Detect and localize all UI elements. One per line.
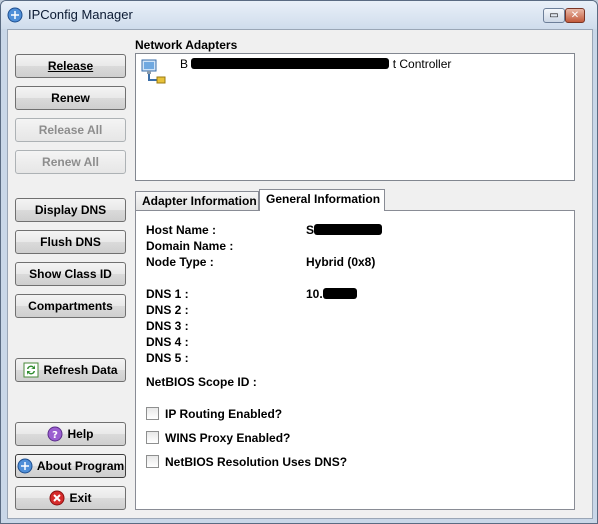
display-dns-label: Display DNS: [34, 203, 107, 217]
domain-name-label: Domain Name :: [146, 239, 234, 253]
app-window: IPConfig Manager ▭ ✕ Release Renew Relea…: [0, 0, 598, 524]
flush-dns-button[interactable]: Flush DNS: [15, 230, 126, 254]
dns3-label: DNS 3 :: [146, 319, 189, 333]
checkbox-box[interactable]: [146, 455, 159, 468]
network-adapters-label: Network Adapters: [135, 38, 238, 52]
dns2-label: DNS 2 :: [146, 303, 189, 317]
exit-icon: [49, 490, 65, 506]
minimize-button[interactable]: ▭: [543, 8, 565, 23]
host-name-value: S: [306, 223, 383, 237]
redaction-mark: [191, 58, 390, 69]
redaction-mark: [314, 224, 383, 235]
minimize-icon: ▭: [549, 10, 559, 21]
redaction-mark: [322, 288, 357, 299]
window-title: IPConfig Manager: [28, 7, 133, 22]
dns4-label: DNS 4 :: [146, 335, 189, 349]
renew-all-label: Renew All: [42, 155, 99, 169]
tab-general-information[interactable]: General Information: [259, 189, 385, 211]
ip-routing-checkbox[interactable]: IP Routing Enabled?: [146, 407, 282, 421]
dns1-label: DNS 1 :: [146, 287, 189, 301]
about-program-button[interactable]: About Program: [15, 454, 126, 478]
about-icon: [17, 458, 33, 474]
close-icon: ✕: [570, 10, 580, 21]
refresh-data-button[interactable]: Refresh Data: [15, 358, 126, 382]
checkbox-box[interactable]: [146, 407, 159, 420]
main-panel: Release Renew Release All Renew All Disp…: [7, 29, 593, 519]
wins-proxy-label: WINS Proxy Enabled?: [165, 431, 291, 445]
release-label: Release: [47, 59, 94, 73]
help-icon: ?: [47, 426, 63, 442]
checkbox-box[interactable]: [146, 431, 159, 444]
adapter-name-suffix: t Controller: [392, 57, 452, 71]
dns5-label: DNS 5 :: [146, 351, 189, 365]
release-all-label: Release All: [38, 123, 103, 137]
help-label: Help: [67, 427, 94, 441]
app-icon: [7, 7, 23, 23]
adapter-name-prefix: B: [180, 57, 189, 71]
flush-dns-label: Flush DNS: [40, 235, 101, 249]
svg-text:?: ?: [53, 430, 59, 441]
exit-label: Exit: [69, 491, 92, 505]
host-name-label: Host Name :: [146, 223, 217, 237]
show-class-id-button[interactable]: Show Class ID: [15, 262, 126, 286]
node-type-label: Node Type :: [146, 255, 214, 269]
release-button[interactable]: Release: [15, 54, 126, 78]
general-information-panel: Host Name : S Domain Name : Node Type : …: [135, 210, 575, 510]
netbios-dns-label: NetBIOS Resolution Uses DNS?: [165, 455, 348, 469]
ip-routing-label: IP Routing Enabled?: [165, 407, 283, 421]
tab-label: General Information: [266, 192, 381, 206]
refresh-icon: [23, 362, 39, 378]
refresh-data-label: Refresh Data: [43, 363, 118, 377]
adapter-list[interactable]: B t Controller: [135, 53, 575, 181]
tab-label: Adapter Information: [142, 194, 257, 208]
help-button[interactable]: ? Help: [15, 422, 126, 446]
close-button[interactable]: ✕: [565, 8, 585, 23]
about-program-label: About Program: [36, 459, 125, 473]
adapter-item[interactable]: B t Controller: [180, 57, 451, 71]
title-bar[interactable]: IPConfig Manager ▭ ✕: [1, 1, 597, 29]
release-all-button[interactable]: Release All: [15, 118, 126, 142]
dns1-text: 10.: [306, 287, 323, 301]
compartments-button[interactable]: Compartments: [15, 294, 126, 318]
show-class-id-label: Show Class ID: [29, 267, 112, 281]
netbios-dns-checkbox[interactable]: NetBIOS Resolution Uses DNS?: [146, 455, 347, 469]
renew-all-button[interactable]: Renew All: [15, 150, 126, 174]
tab-adapter-information[interactable]: Adapter Information: [135, 191, 259, 210]
display-dns-button[interactable]: Display DNS: [15, 198, 126, 222]
dns1-value: 10.: [306, 287, 357, 301]
network-adapter-icon: [141, 59, 166, 84]
node-type-value: Hybrid (0x8): [306, 255, 376, 269]
netbios-scope-label: NetBIOS Scope ID :: [146, 375, 257, 389]
exit-button[interactable]: Exit: [15, 486, 126, 510]
compartments-label: Compartments: [28, 299, 113, 313]
wins-proxy-checkbox[interactable]: WINS Proxy Enabled?: [146, 431, 290, 445]
renew-label: Renew: [51, 91, 90, 105]
host-name-text: S: [306, 223, 315, 237]
renew-button[interactable]: Renew: [15, 86, 126, 110]
